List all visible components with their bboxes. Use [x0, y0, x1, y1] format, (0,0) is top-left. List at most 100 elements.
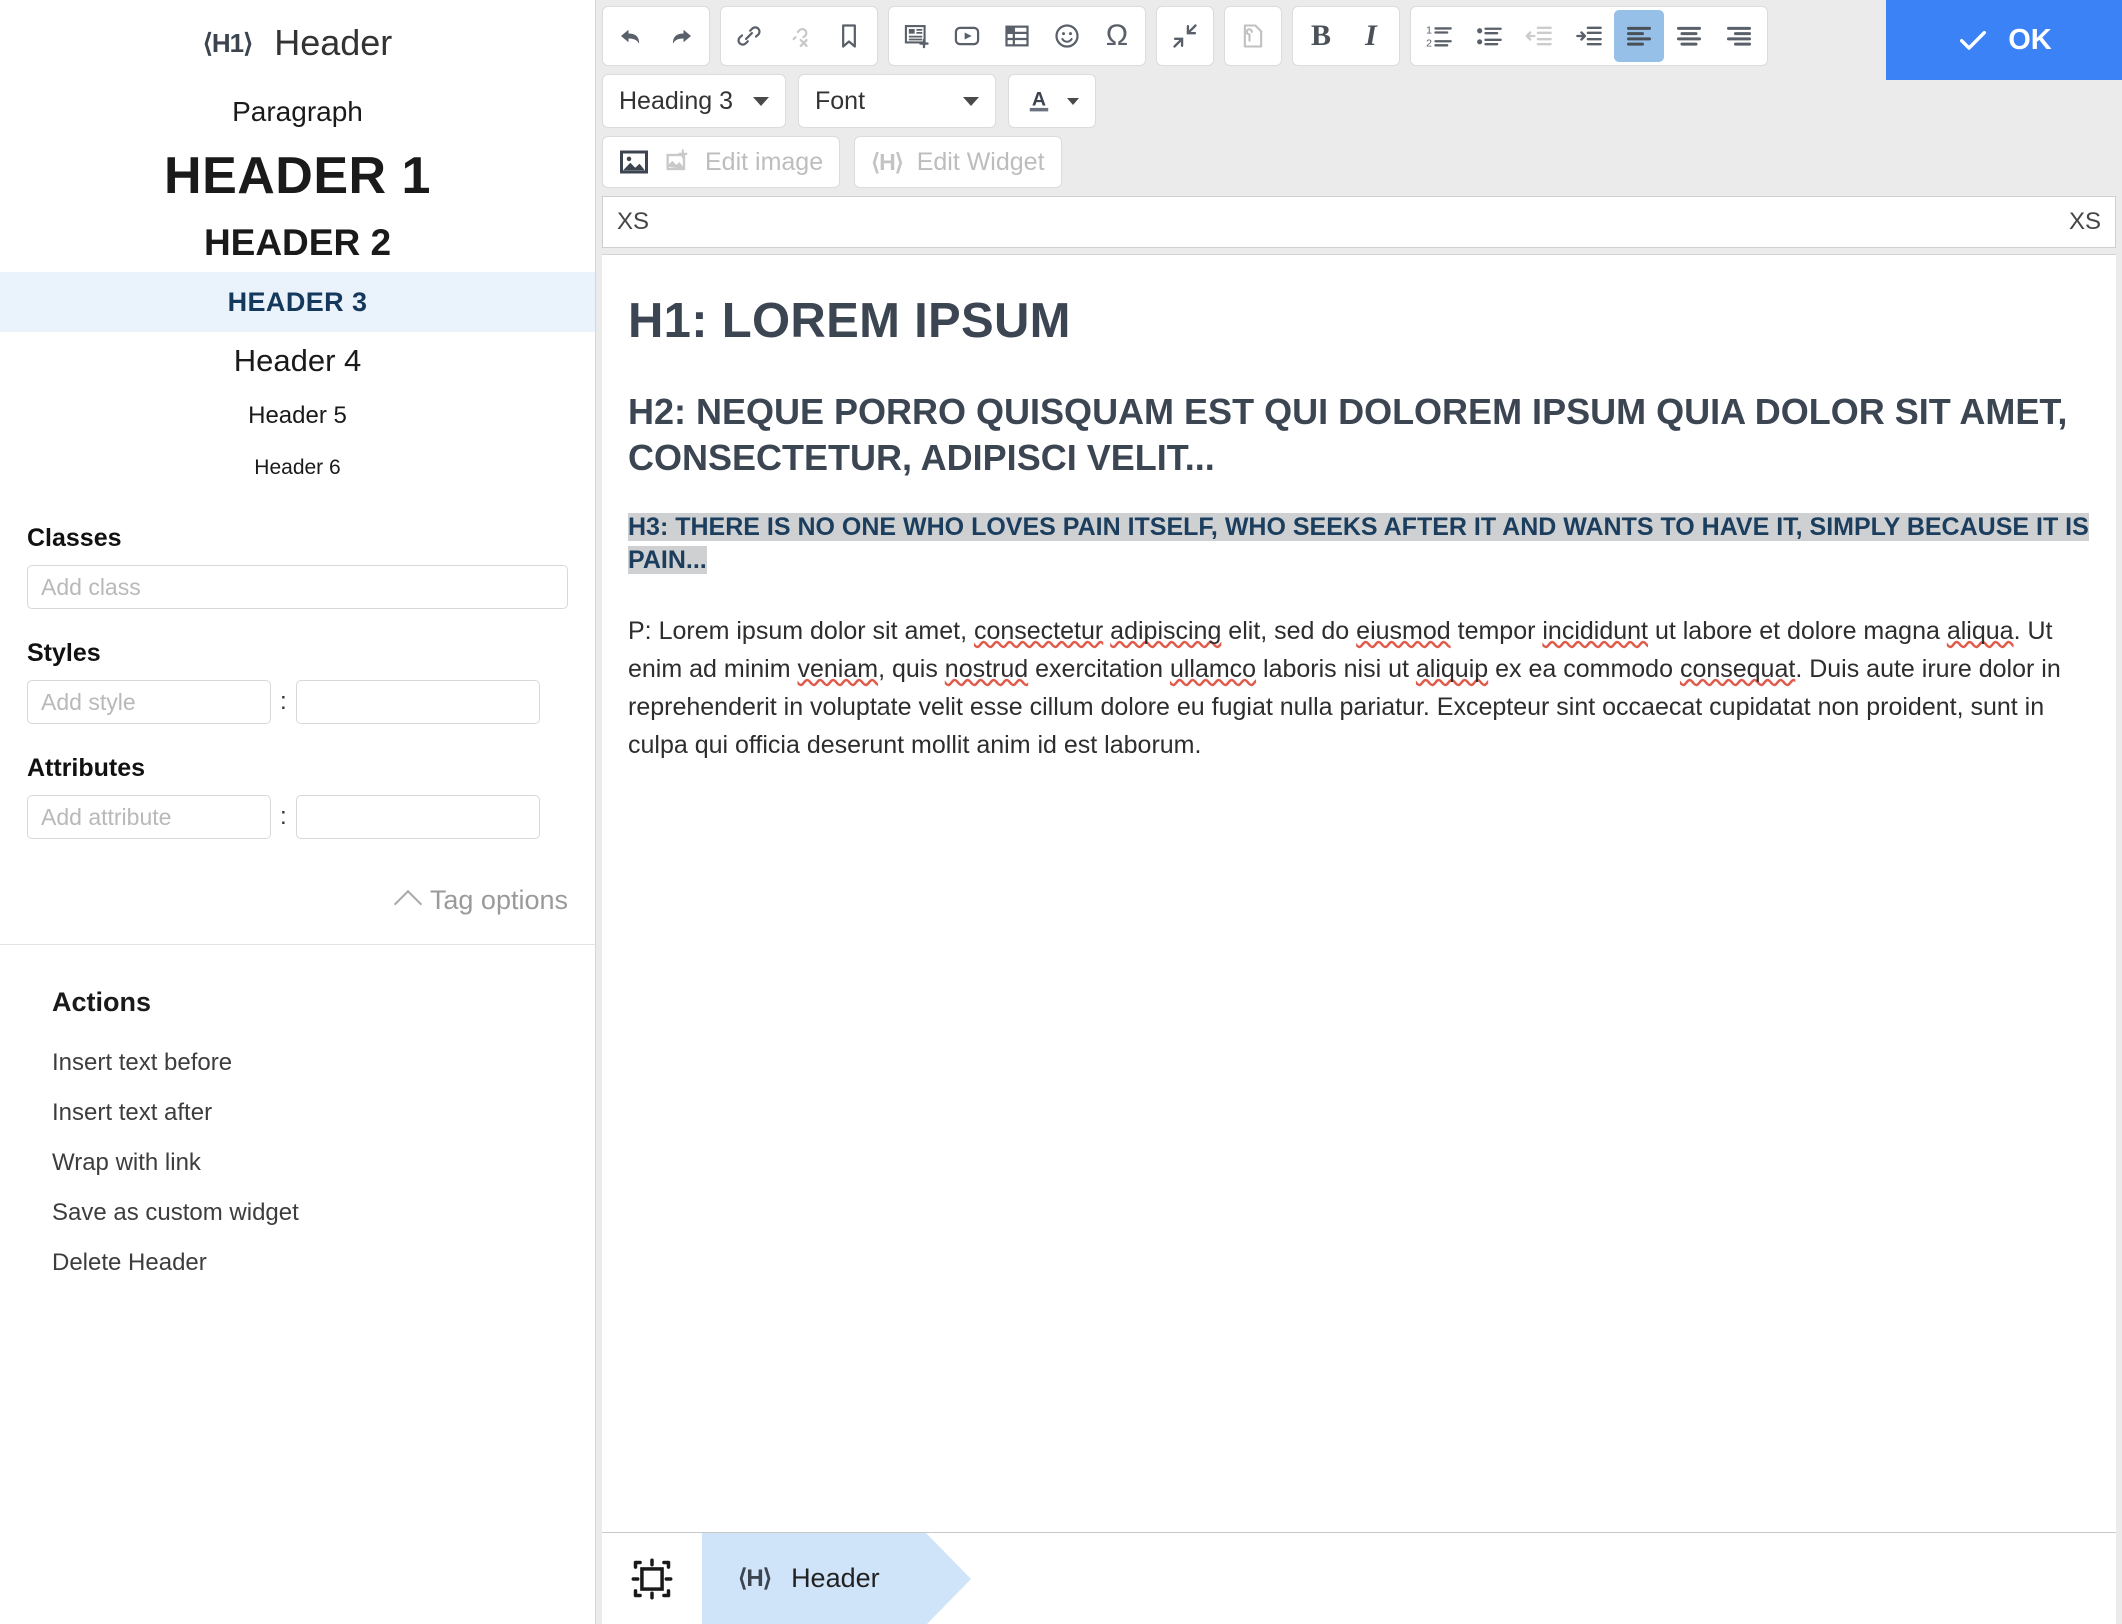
toolbar-group-format: B I: [1292, 6, 1400, 66]
sidebar-divider: [0, 944, 595, 945]
edit-widget-button: ⟨H⟩ Edit Widget: [854, 136, 1062, 188]
editor-pane: OK Ω B I 1 2 Heading 3 Font A Edit image…: [596, 0, 2122, 1624]
heading-option-h5[interactable]: Header 5: [0, 390, 595, 442]
action-insert-text-after[interactable]: Insert text after: [0, 1088, 595, 1138]
document-canvas[interactable]: H1: LOREM IPSUM H2: NEQUE PORRO QUISQUAM…: [602, 254, 2116, 1532]
h-tag-icon: ⟨H⟩: [738, 1565, 772, 1592]
tag-options-toggle[interactable]: Tag options: [0, 885, 595, 918]
attributes-field-block: Attributes :: [0, 754, 595, 839]
attributes-label: Attributes: [27, 754, 146, 782]
italic-icon[interactable]: I: [1346, 10, 1396, 62]
paragraph-style-select[interactable]: Heading 3: [602, 74, 786, 128]
heading-option-h2[interactable]: HEADER 2: [0, 214, 595, 272]
breakpoint-left-label: XS: [617, 208, 650, 235]
styles-separator: :: [280, 688, 287, 715]
heading-option-label: HEADER 3: [227, 286, 368, 317]
outdent-icon: [1514, 10, 1564, 62]
align-right-icon[interactable]: [1714, 10, 1764, 62]
actions-list: Insert text before Insert text after Wra…: [0, 1038, 595, 1288]
unlink-icon: [774, 10, 824, 62]
anchor-bookmark-icon[interactable]: [824, 10, 874, 62]
add-attribute-value-input[interactable]: [295, 795, 540, 839]
toolbar-row-2: Heading 3 Font A: [602, 74, 2116, 128]
heading-option-h6[interactable]: Header 6: [0, 442, 595, 494]
add-style-name-input[interactable]: [27, 680, 271, 724]
attributes-separator: :: [280, 803, 287, 830]
selection-highlight: H3: THERE IS NO ONE WHO LOVES PAIN ITSEL…: [628, 513, 2089, 575]
font-select[interactable]: Font: [798, 74, 996, 128]
document-h3-selected[interactable]: H3: THERE IS NO ONE WHO LOVES PAIN ITSEL…: [628, 511, 2090, 578]
heading-option-label: Paragraph: [232, 96, 363, 127]
chevron-down-icon: [1067, 97, 1079, 105]
classes-label: Classes: [27, 524, 122, 552]
edit-widget-label: Edit Widget: [916, 147, 1045, 176]
align-left-icon[interactable]: [1614, 10, 1664, 62]
collapse-arrows-icon[interactable]: [1160, 10, 1210, 62]
image-icon: [620, 150, 648, 174]
edit-image-label: Edit image: [705, 147, 824, 176]
page-title: Header: [274, 22, 393, 63]
action-delete-header[interactable]: Delete Header: [0, 1238, 595, 1288]
svg-text:A: A: [1032, 89, 1046, 111]
svg-text:2: 2: [1426, 38, 1432, 50]
video-icon[interactable]: [942, 10, 992, 62]
bold-icon[interactable]: B: [1296, 10, 1346, 62]
action-save-as-custom-widget[interactable]: Save as custom widget: [0, 1188, 595, 1238]
styles-label: Styles: [27, 639, 101, 667]
redo-icon[interactable]: [656, 10, 706, 62]
add-style-value-input[interactable]: [295, 680, 540, 724]
heading-option-label: Header 4: [233, 343, 362, 378]
ok-button[interactable]: OK: [1886, 0, 2122, 80]
toolbar-group-paragraph: 1 2: [1410, 6, 1768, 66]
text-color-select[interactable]: A: [1008, 74, 1096, 128]
page-wrench-icon: [1228, 10, 1278, 62]
indent-icon[interactable]: [1564, 10, 1614, 62]
special-character-omega-icon[interactable]: Ω: [1092, 10, 1142, 62]
breakpoint-ruler[interactable]: XS XS: [602, 196, 2116, 248]
document-paragraph[interactable]: P: Lorem ipsum dolor sit amet, consectet…: [628, 612, 2090, 764]
chevron-down-icon: [753, 96, 769, 106]
heading-option-paragraph[interactable]: Paragraph: [0, 86, 595, 138]
heading-option-h3[interactable]: HEADER 3: [0, 272, 595, 332]
action-insert-text-before[interactable]: Insert text before: [0, 1038, 595, 1088]
insert-snippet-icon[interactable]: [892, 10, 942, 62]
toolbar-group-insert: Ω: [888, 6, 1146, 66]
select-element-icon[interactable]: [602, 1557, 702, 1601]
unordered-list-icon[interactable]: [1464, 10, 1514, 62]
chevron-down-icon: [963, 96, 979, 106]
heading-option-h1[interactable]: HEADER 1: [0, 138, 595, 214]
table-icon[interactable]: [992, 10, 1042, 62]
h1-tag-icon: ⟨H1⟩: [202, 27, 254, 58]
styles-field-block: Styles :: [0, 639, 595, 724]
element-path-statusbar: ⟨H⟩ Header: [602, 1532, 2116, 1624]
breakpoint-right-label: XS: [2068, 208, 2101, 235]
text-color-icon: A: [1029, 89, 1049, 112]
font-select-value: Font: [815, 86, 866, 115]
document-h2[interactable]: H2: NEQUE PORRO QUISQUAM EST QUI DOLOREM…: [628, 389, 2090, 481]
action-wrap-with-link[interactable]: Wrap with link: [0, 1138, 595, 1188]
emoji-icon[interactable]: [1042, 10, 1092, 62]
toolbar-row-3: Edit image ⟨H⟩ Edit Widget: [602, 136, 2116, 188]
heading-option-h4[interactable]: Header 4: [0, 332, 595, 390]
ordered-list-icon[interactable]: 1 2: [1414, 10, 1464, 62]
classes-field-block: Classes: [0, 524, 595, 609]
paragraph-style-value: Heading 3: [619, 86, 733, 115]
sidebar-header: ⟨H1⟩ Header: [0, 0, 595, 63]
check-icon: [1960, 30, 1987, 50]
heading-option-label: Header 6: [254, 456, 341, 479]
add-class-input[interactable]: [27, 565, 568, 609]
edit-image-button: Edit image: [602, 136, 841, 188]
add-attribute-name-input[interactable]: [27, 795, 271, 839]
toolbar-group-links: [720, 6, 878, 66]
tag-options-label: Tag options: [429, 885, 568, 915]
heading-option-label: Header 5: [248, 402, 347, 429]
heading-option-label: HEADER 1: [164, 147, 431, 205]
ok-button-label: OK: [2008, 23, 2052, 56]
breadcrumb-label: Header: [791, 1563, 880, 1593]
toolbar-group-source: [1224, 6, 1282, 66]
link-icon[interactable]: [724, 10, 774, 62]
document-h1[interactable]: H1: LOREM IPSUM: [628, 293, 2090, 349]
breadcrumb-item-header[interactable]: ⟨H⟩ Header: [702, 1532, 971, 1624]
undo-icon[interactable]: [606, 10, 656, 62]
align-center-icon[interactable]: [1664, 10, 1714, 62]
